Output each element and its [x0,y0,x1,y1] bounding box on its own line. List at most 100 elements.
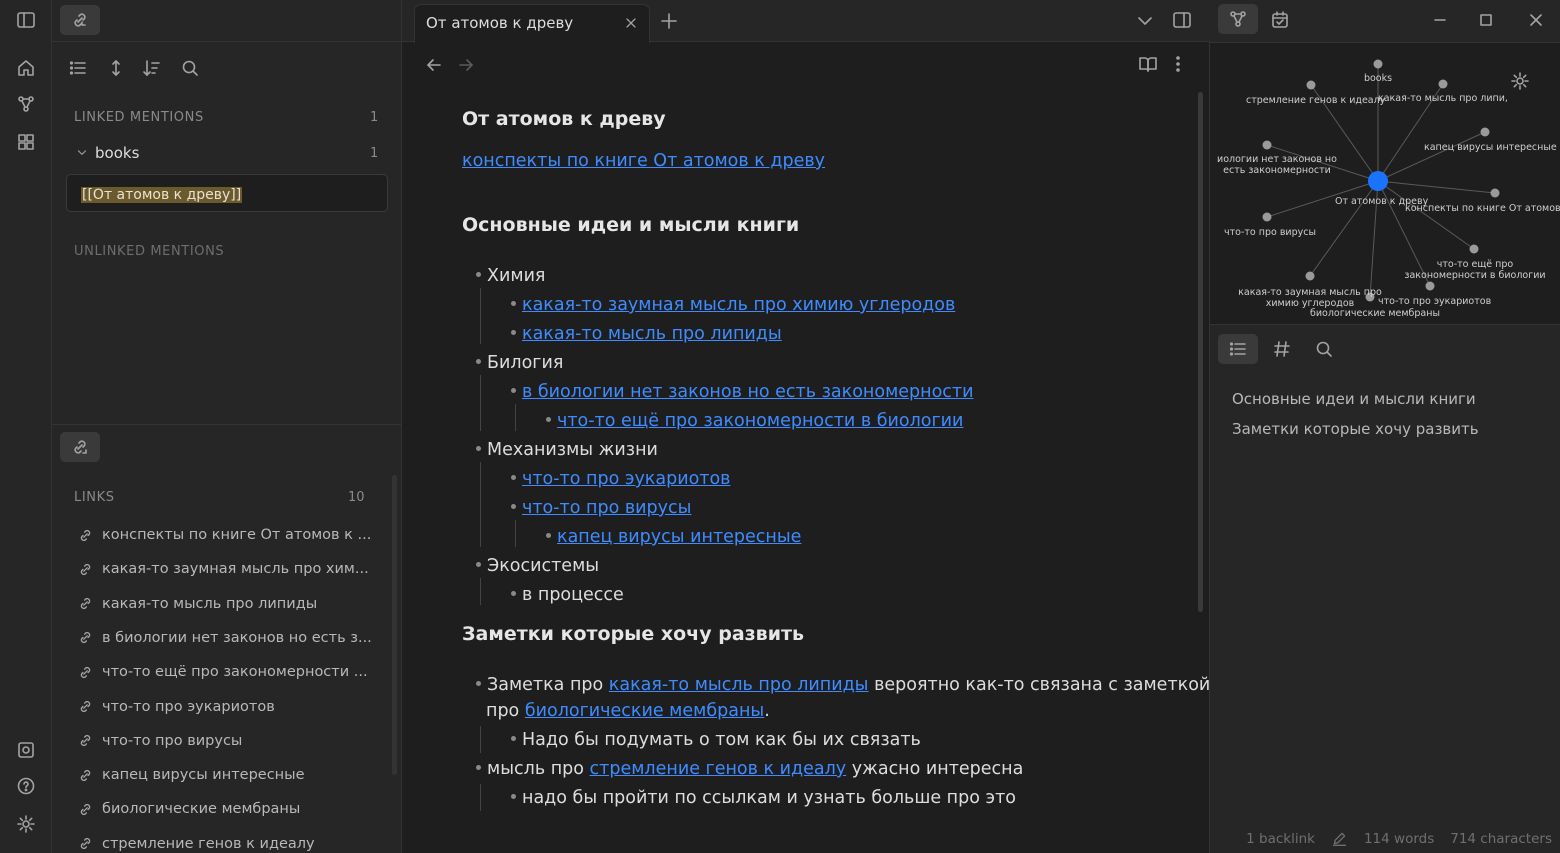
link-mech2a[interactable]: капец вирусы интересные [557,527,801,547]
search-icon[interactable] [1312,337,1336,361]
edit-mode-icon[interactable] [1331,830,1348,847]
list-item: капец вирусы интересные [546,523,801,552]
link-list-item[interactable]: какая-то мысль про липиды [74,592,317,616]
right-sidebar-toggle-icon[interactable] [1170,8,1194,32]
link-list-item[interactable]: в биологии нет законов но есть з... [74,626,372,650]
window-close-icon[interactable] [1524,8,1548,32]
link-list-item[interactable]: конспекты по книге От атомов к ... [74,523,371,547]
list-item: в биологии нет законов но есть закономер… [511,378,973,407]
list-item: Билогия [476,349,563,378]
editor-scrollbar[interactable] [1198,92,1203,612]
links-scrollbar[interactable] [392,475,397,775]
graph-node-genes[interactable]: стремление генов к идеалу [1246,95,1385,106]
link-list-item[interactable]: что-то ещё про закономерности ... [74,660,368,684]
indent-guide [480,784,481,811]
list-item: Экосистемы [476,552,599,581]
list-item: Заметка про какая-то мысль про липиды ве… [476,671,1210,700]
link-mech1[interactable]: что-то про эукариотов [522,469,731,489]
backlink-group-name: books [95,144,140,162]
link-list-item-label: что-то про вирусы [102,732,243,749]
status-words: 114 words [1363,830,1435,847]
link-list-item-label: какая-то мысль про липиды [102,595,318,612]
local-graph-tab-button[interactable] [1218,4,1258,34]
graph-node-bio-laws[interactable]: иологии нет законов но есть закономернос… [1210,154,1344,176]
list-item: мысль про стремление генов к идеалу ужас… [476,755,1023,784]
sidebar-toggle-icon[interactable] [12,6,40,34]
link-icon [74,595,96,612]
tab-bar: От атомов к древу [402,0,1210,43]
graph-view-icon[interactable] [12,90,40,118]
calendar-icon[interactable] [1268,8,1292,32]
link-list-item-label: стремление генов к идеалу [102,835,315,852]
list-item: какая-то мысль про липиды [511,320,782,349]
reading-view-icon[interactable] [1136,52,1160,76]
right-sidebar: books стремление генов к идеалу какая-то… [1210,0,1560,853]
local-graph[interactable]: books стремление генов к идеалу какая-то… [1210,42,1560,325]
link-lipids[interactable]: какая-то мысль про липиды [609,675,869,695]
graph-node-konspekt[interactable]: конспекты по книге От атомов к [1405,203,1560,214]
link-membranes[interactable]: биологические мембраны [525,701,764,721]
backlink-group[interactable]: books [74,144,139,162]
outline-item[interactable]: Заметки которые хочу развить [1232,420,1479,438]
unlinked-mentions-title[interactable]: UNLINKED MENTIONS [74,244,224,259]
settings-icon[interactable] [12,810,40,838]
outline-tab-button[interactable] [1218,334,1258,364]
link-list-item[interactable]: что-то про эукариотов [74,695,275,719]
chevron-down-icon [74,146,90,160]
status-backlinks[interactable]: 1 backlink [1246,831,1315,847]
help-icon[interactable] [12,772,40,800]
indent-guide [515,520,516,547]
graph-node-books[interactable]: books [1360,73,1396,84]
indent-guide [480,375,481,431]
link-icon [74,732,96,749]
more-options-icon[interactable] [1168,52,1188,76]
link-mech2[interactable]: что-то про вирусы [522,498,691,518]
linked-mentions-count: 1 [370,110,379,125]
graph-node-membr[interactable]: биологические мембраны [1310,308,1440,319]
minimize-icon[interactable] [1428,8,1452,32]
backlinks-tab-button[interactable] [60,5,100,35]
templates-icon[interactable] [12,128,40,156]
backlink-snippet[interactable]: [[От атомов к древу]] [66,174,388,212]
search-icon[interactable] [178,56,202,80]
vault-icon[interactable] [12,736,40,764]
sort-icon[interactable] [140,56,164,80]
status-characters: 714 characters [1450,830,1552,847]
link-list-item-label: конспекты по книге От атомов к ... [102,527,372,543]
close-icon[interactable] [621,13,641,33]
link-genes[interactable]: стремление генов к идеалу [590,759,847,779]
forward-arrow-icon[interactable] [454,54,478,76]
home-icon[interactable] [12,54,40,82]
tags-icon[interactable] [1270,337,1294,361]
link-bio1[interactable]: в биологии нет законов но есть закономер… [522,382,973,402]
list-icon[interactable] [66,56,90,80]
link-list-item[interactable]: что-то про вирусы [74,729,242,753]
link-icon [74,629,96,646]
link-icon [74,767,96,784]
chevron-down-icon[interactable] [1134,10,1156,32]
graph-settings-icon[interactable] [1508,69,1532,93]
outgoing-links-tab-button[interactable] [60,432,100,462]
link-list-item[interactable]: биологические мембраны [74,797,300,821]
graph-node-viruses[interactable]: что-то про вирусы [1224,227,1316,238]
link-chem2[interactable]: какая-то мысль про липиды [522,324,782,344]
maximize-icon[interactable] [1474,8,1498,32]
link-list-item[interactable]: стремление генов к идеалу [74,832,315,853]
graph-node-euk[interactable]: что-то про эукариотов [1378,296,1491,307]
expand-icon[interactable] [104,56,128,80]
indent-guide [515,404,516,431]
link-icon [74,527,96,544]
graph-node-lipids[interactable]: какая-то мысль про липи, [1378,93,1508,104]
graph-node-more-bio[interactable]: что-то ещё про закономерности в биологии [1395,259,1555,281]
link-list-item[interactable]: какая-то заумная мысль про хим... [74,557,369,581]
link-bio1a[interactable]: что-то ещё про закономерности в биологии [557,411,963,431]
link-chem1[interactable]: какая-то заумная мысль про химию углерод… [522,295,955,315]
graph-node-chem[interactable]: какая-то заумная мысль про химию углерод… [1222,287,1398,309]
graph-node-viruses-int[interactable]: капец вирусы интересные [1424,142,1557,153]
link-list-item[interactable]: капец вирусы интересные [74,763,305,787]
tab-active[interactable]: От атомов к древу [414,4,650,43]
link-konspekt[interactable]: конспекты по книге От атомов к древу [462,147,825,176]
outline-item[interactable]: Основные идеи и мысли книги [1232,390,1476,408]
new-tab-icon[interactable] [658,10,680,32]
back-arrow-icon[interactable] [422,54,446,76]
